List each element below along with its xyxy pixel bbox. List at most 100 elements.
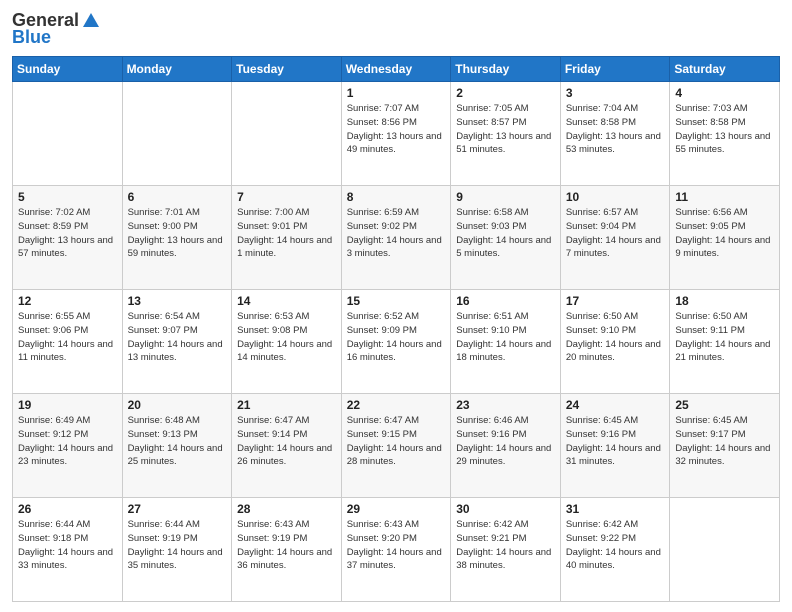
day-number: 26 [18,502,117,516]
day-info: Sunrise: 6:57 AMSunset: 9:04 PMDaylight:… [566,206,665,261]
day-info: Sunrise: 6:50 AMSunset: 9:11 PMDaylight:… [675,310,774,365]
calendar-cell: 16 Sunrise: 6:51 AMSunset: 9:10 PMDayligh… [451,290,561,394]
day-number: 28 [237,502,336,516]
day-info: Sunrise: 6:47 AMSunset: 9:14 PMDaylight:… [237,414,336,469]
day-number: 8 [347,190,446,204]
calendar-cell: 9Sunrise: 6:58 AMSunset: 9:03 PMDaylight… [451,186,561,290]
calendar-cell: 27 Sunrise: 6:44 AMSunset: 9:19 PMDayligh… [122,498,232,602]
calendar-cell: 8Sunrise: 6:59 AMSunset: 9:02 PMDaylight… [341,186,451,290]
calendar-cell [122,82,232,186]
day-number: 29 [347,502,446,516]
calendar-cell [232,82,342,186]
weekday-header-tuesday: Tuesday [232,57,342,82]
calendar-cell: 30 Sunrise: 6:42 AMSunset: 9:21 PMDayligh… [451,498,561,602]
calendar-cell: 2 Sunrise: 7:05 AMSunset: 8:57 PMDaylight… [451,82,561,186]
day-number: 25 [675,398,774,412]
calendar-cell: 15 Sunrise: 6:52 AMSunset: 9:09 PMDayligh… [341,290,451,394]
day-number: 16 [456,294,555,308]
calendar-cell: 1Sunrise: 7:07 AMSunset: 8:56 PMDaylight… [341,82,451,186]
day-number: 7 [237,190,336,204]
day-number: 13 [128,294,227,308]
day-number: 19 [18,398,117,412]
day-number: 9 [456,190,555,204]
calendar-week-3: 12 Sunrise: 6:55 AMSunset: 9:06 PMDayligh… [13,290,780,394]
calendar-week-2: 5 Sunrise: 7:02 AMSunset: 8:59 PMDaylight… [13,186,780,290]
day-number: 11 [675,190,774,204]
weekday-header-monday: Monday [122,57,232,82]
day-number: 23 [456,398,555,412]
calendar-week-1: 1Sunrise: 7:07 AMSunset: 8:56 PMDaylight… [13,82,780,186]
day-info: Sunrise: 6:55 AMSunset: 9:06 PMDaylight:… [18,310,117,365]
day-number: 5 [18,190,117,204]
day-number: 15 [347,294,446,308]
day-info: Sunrise: 6:44 AMSunset: 9:18 PMDaylight:… [18,518,117,573]
calendar-table: SundayMondayTuesdayWednesdayThursdayFrid… [12,56,780,602]
day-info: Sunrise: 6:44 AMSunset: 9:19 PMDaylight:… [128,518,227,573]
day-info: Sunrise: 6:42 AMSunset: 9:21 PMDaylight:… [456,518,555,573]
calendar-cell: 17 Sunrise: 6:50 AMSunset: 9:10 PMDayligh… [560,290,670,394]
header: General Blue [12,10,780,48]
logo-blue: Blue [12,27,51,48]
day-number: 18 [675,294,774,308]
day-info: Sunrise: 6:54 AMSunset: 9:07 PMDaylight:… [128,310,227,365]
day-info: Sunrise: 6:42 AMSunset: 9:22 PMDaylight:… [566,518,665,573]
day-info: Sunrise: 7:05 AMSunset: 8:57 PMDaylight:… [456,102,555,157]
day-info: Sunrise: 6:48 AMSunset: 9:13 PMDaylight:… [128,414,227,469]
calendar-cell: 10Sunrise: 6:57 AMSunset: 9:04 PMDayligh… [560,186,670,290]
calendar-cell: 31 Sunrise: 6:42 AMSunset: 9:22 PMDayligh… [560,498,670,602]
calendar-cell: 5 Sunrise: 7:02 AMSunset: 8:59 PMDaylight… [13,186,123,290]
day-info: Sunrise: 7:04 AMSunset: 8:58 PMDaylight:… [566,102,665,157]
calendar-cell: 20 Sunrise: 6:48 AMSunset: 9:13 PMDayligh… [122,394,232,498]
day-number: 12 [18,294,117,308]
day-info: Sunrise: 6:47 AMSunset: 9:15 PMDaylight:… [347,414,446,469]
logo-icon [81,11,101,31]
calendar-cell: 14Sunrise: 6:53 AMSunset: 9:08 PMDayligh… [232,290,342,394]
day-info: Sunrise: 7:03 AMSunset: 8:58 PMDaylight:… [675,102,774,157]
calendar-week-5: 26 Sunrise: 6:44 AMSunset: 9:18 PMDayligh… [13,498,780,602]
day-info: Sunrise: 6:45 AMSunset: 9:16 PMDaylight:… [566,414,665,469]
day-info: Sunrise: 7:01 AMSunset: 9:00 PMDaylight:… [128,206,227,261]
calendar-cell: 13 Sunrise: 6:54 AMSunset: 9:07 PMDayligh… [122,290,232,394]
day-number: 17 [566,294,665,308]
calendar-cell: 6Sunrise: 7:01 AMSunset: 9:00 PMDaylight… [122,186,232,290]
logo: General Blue [12,10,103,48]
calendar-week-4: 19 Sunrise: 6:49 AMSunset: 9:12 PMDayligh… [13,394,780,498]
calendar-cell: 24 Sunrise: 6:45 AMSunset: 9:16 PMDayligh… [560,394,670,498]
calendar-cell: 7Sunrise: 7:00 AMSunset: 9:01 PMDaylight… [232,186,342,290]
day-info: Sunrise: 7:02 AMSunset: 8:59 PMDaylight:… [18,206,117,261]
day-number: 30 [456,502,555,516]
day-info: Sunrise: 6:56 AMSunset: 9:05 PMDaylight:… [675,206,774,261]
day-info: Sunrise: 6:50 AMSunset: 9:10 PMDaylight:… [566,310,665,365]
day-info: Sunrise: 6:49 AMSunset: 9:12 PMDaylight:… [18,414,117,469]
day-number: 20 [128,398,227,412]
day-info: Sunrise: 6:52 AMSunset: 9:09 PMDaylight:… [347,310,446,365]
calendar-cell: 19 Sunrise: 6:49 AMSunset: 9:12 PMDayligh… [13,394,123,498]
day-number: 27 [128,502,227,516]
page: General Blue SundayMondayTuesdayWednesda… [0,0,792,612]
day-number: 24 [566,398,665,412]
calendar-cell: 4 Sunrise: 7:03 AMSunset: 8:58 PMDaylight… [670,82,780,186]
calendar-cell: 26 Sunrise: 6:44 AMSunset: 9:18 PMDayligh… [13,498,123,602]
calendar-cell: 25 Sunrise: 6:45 AMSunset: 9:17 PMDayligh… [670,394,780,498]
calendar-cell: 29Sunrise: 6:43 AMSunset: 9:20 PMDayligh… [341,498,451,602]
weekday-header-saturday: Saturday [670,57,780,82]
day-info: Sunrise: 6:45 AMSunset: 9:17 PMDaylight:… [675,414,774,469]
calendar-cell: 21 Sunrise: 6:47 AMSunset: 9:14 PMDayligh… [232,394,342,498]
day-info: Sunrise: 6:53 AMSunset: 9:08 PMDaylight:… [237,310,336,365]
day-number: 31 [566,502,665,516]
day-number: 21 [237,398,336,412]
calendar-cell: 18 Sunrise: 6:50 AMSunset: 9:11 PMDayligh… [670,290,780,394]
weekday-header-sunday: Sunday [13,57,123,82]
weekday-header-friday: Friday [560,57,670,82]
calendar-cell: 12 Sunrise: 6:55 AMSunset: 9:06 PMDayligh… [13,290,123,394]
day-number: 22 [347,398,446,412]
calendar-cell [13,82,123,186]
calendar-cell: 22 Sunrise: 6:47 AMSunset: 9:15 PMDayligh… [341,394,451,498]
day-info: Sunrise: 7:07 AMSunset: 8:56 PMDaylight:… [347,102,446,157]
day-info: Sunrise: 6:51 AMSunset: 9:10 PMDaylight:… [456,310,555,365]
day-number: 4 [675,86,774,100]
weekday-header-thursday: Thursday [451,57,561,82]
day-number: 2 [456,86,555,100]
calendar-cell: 28Sunrise: 6:43 AMSunset: 9:19 PMDayligh… [232,498,342,602]
calendar-cell: 23Sunrise: 6:46 AMSunset: 9:16 PMDayligh… [451,394,561,498]
